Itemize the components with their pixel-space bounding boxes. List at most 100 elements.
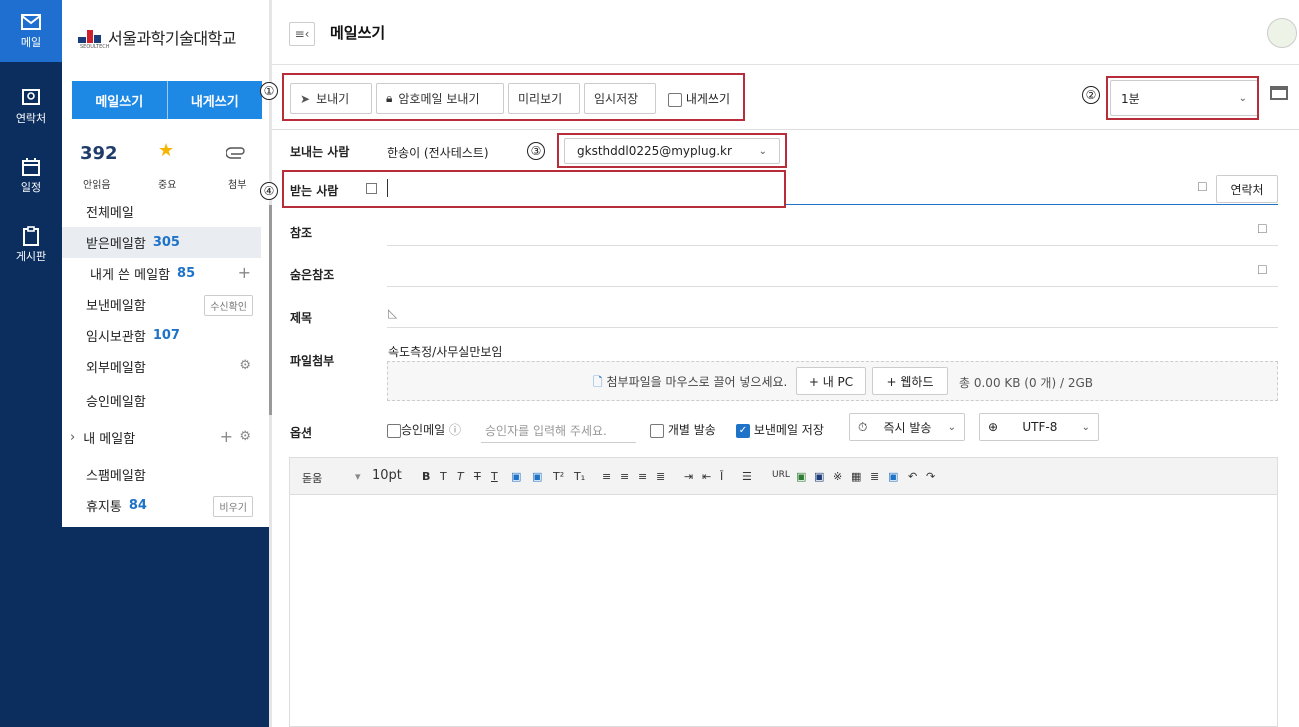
bcc-input[interactable] <box>387 286 1278 287</box>
mail-icon <box>21 14 41 30</box>
address-book-icon[interactable]: ☐ <box>1197 180 1208 194</box>
profile-icon[interactable] <box>1267 18 1297 48</box>
read-receipt-button[interactable]: 수신확인 <box>204 295 253 316</box>
divider <box>272 129 1299 130</box>
university-logo: 서울과학기술대학교 SEOULTECH <box>78 22 236 52</box>
insert-media-icon[interactable]: ▣ <box>814 470 824 483</box>
compose-button[interactable]: 메일쓰기 <box>72 81 167 119</box>
line-height-icon[interactable]: Ī <box>720 470 723 483</box>
send-timing-select[interactable]: ⏱ 즉시 발송 ⌄ <box>849 413 965 441</box>
attach-webhard-button[interactable]: + 웹하드 <box>872 367 948 395</box>
folder-count: 85 <box>177 266 196 281</box>
highlight-color-icon[interactable]: ▣ <box>532 470 542 483</box>
font-size-select[interactable]: 10pt <box>372 468 402 483</box>
horizontal-rule-icon[interactable]: ≣ <box>870 470 879 483</box>
insert-link-icon[interactable]: URL <box>772 470 790 480</box>
editor-body[interactable] <box>289 494 1278 727</box>
folder-label: 내게 쓴 메일함 <box>90 268 171 283</box>
folder-label: 승인메일함 <box>86 395 146 410</box>
list-icon[interactable]: ☰ <box>742 470 752 483</box>
insert-image-icon[interactable]: ▣ <box>796 470 806 483</box>
options-label: 옵션 <box>290 426 313 440</box>
add-icon[interactable]: + <box>220 427 233 446</box>
rail-calendar[interactable]: 일정 <box>0 145 62 207</box>
bold-icon[interactable]: B <box>422 470 430 483</box>
text-box-icon[interactable]: ▣ <box>888 470 898 483</box>
scrollbar-thumb[interactable] <box>269 205 272 415</box>
rail-contacts[interactable]: 연락처 <box>0 76 62 138</box>
contacts-button[interactable]: 연락처 <box>1216 175 1278 203</box>
folder-approval[interactable]: 승인메일함 <box>62 385 261 416</box>
folder-drafts[interactable]: 임시보관함 107 <box>62 320 261 351</box>
flag-icon[interactable]: ◺ <box>388 306 397 320</box>
highlight-box-4 <box>282 170 786 208</box>
compose-buttons: 메일쓰기 내게쓰기 <box>72 81 262 119</box>
gear-icon[interactable]: ⚙ <box>239 429 251 444</box>
table-icon[interactable]: ▦ <box>851 470 861 483</box>
cc-input[interactable] <box>387 245 1278 246</box>
rail-board[interactable]: 게시판 <box>0 214 62 276</box>
checkmark-icon: ✓ <box>736 423 750 438</box>
chevron-down-icon: ⌄ <box>1081 421 1090 433</box>
folder-to-self[interactable]: 내게 쓴 메일함 85 + <box>62 258 261 289</box>
approver-input[interactable]: 승인자를 입력해 주세요. <box>481 415 636 443</box>
font-color-icon[interactable]: ▣ <box>511 470 521 483</box>
write-to-self-button[interactable]: 내게쓰기 <box>166 81 263 119</box>
special-char-icon[interactable]: ※ <box>833 470 842 483</box>
align-right-icon[interactable]: ≡ <box>638 470 647 483</box>
approval-checkbox[interactable]: 승인메일 ⓘ <box>387 421 461 438</box>
menu-toggle-icon[interactable]: ≡‹ <box>289 22 315 46</box>
address-book-icon[interactable]: ☐ <box>1257 222 1268 236</box>
folder-spam[interactable]: 스팸메일함 <box>62 459 261 490</box>
folder-label: 휴지통 <box>86 500 122 515</box>
folder-inbox[interactable]: 받은메일함 305 <box>62 227 261 258</box>
subscript-icon[interactable]: T₁ <box>574 470 585 483</box>
unread-count[interactable]: 392 <box>80 143 118 164</box>
align-left-icon[interactable]: ≡ <box>602 470 611 483</box>
highlight-box-3 <box>557 133 787 168</box>
text-icon[interactable]: T <box>440 470 447 483</box>
checkbox-icon <box>387 423 401 438</box>
font-family-select[interactable]: 돋움 <box>302 470 322 486</box>
attachment-total: 총 0.00 KB (0 개) / 2GB <box>959 376 1093 390</box>
align-justify-icon[interactable]: ≣ <box>656 470 665 483</box>
folder-sent[interactable]: 보낸메일함 수신확인 <box>62 289 261 320</box>
underline-icon[interactable]: T <box>491 470 498 483</box>
add-icon[interactable]: + <box>238 263 251 282</box>
outdent-icon[interactable]: ⇤ <box>702 470 711 483</box>
folder-trash[interactable]: 휴지통 84 비우기 <box>62 490 261 521</box>
save-sent-checkbox[interactable]: ✓ 보낸메일 저장 <box>736 421 824 438</box>
folder-label: 보낸메일함 <box>86 299 146 314</box>
window-icon[interactable] <box>1270 86 1288 100</box>
subject-input[interactable] <box>387 327 1278 328</box>
superscript-icon[interactable]: T² <box>553 470 564 483</box>
encoding-select[interactable]: ⊕ UTF-8 ⌄ <box>979 413 1099 441</box>
highlight-box-1 <box>282 73 745 121</box>
indent-icon[interactable]: ⇥ <box>684 470 693 483</box>
italic-icon[interactable]: T <box>457 470 464 483</box>
gear-icon[interactable]: ⚙ <box>239 358 251 373</box>
empty-trash-button[interactable]: 비우기 <box>213 496 253 517</box>
paperclip-icon[interactable] <box>226 145 246 159</box>
address-book-icon[interactable]: ☐ <box>1257 263 1268 277</box>
sender-name: 한송이 (전사테스트) <box>387 146 489 160</box>
redo-icon[interactable]: ↷ <box>926 470 935 483</box>
marker-1: ① <box>260 82 278 100</box>
undo-icon[interactable]: ↶ <box>908 470 917 483</box>
folder-my-mailboxes[interactable]: › 내 메일함 + ⚙ <box>62 422 261 453</box>
align-center-icon[interactable]: ≡ <box>620 470 629 483</box>
folder-external[interactable]: 외부메일함 ⚙ <box>62 351 261 382</box>
chevron-right-icon[interactable]: › <box>70 430 75 445</box>
info-icon[interactable]: ⓘ <box>449 423 461 437</box>
chevron-down-icon[interactable]: ▾ <box>355 470 361 483</box>
attachment-label: 파일첨부 <box>290 354 335 368</box>
individual-send-checkbox[interactable]: 개별 발송 <box>650 421 716 438</box>
star-icon[interactable]: ★ <box>158 140 174 161</box>
folder-count: 84 <box>128 498 147 513</box>
strikethrough-icon[interactable]: T <box>474 470 481 483</box>
logo-text: 서울과학기술대학교 <box>108 29 236 48</box>
folder-label: 임시보관함 <box>86 330 146 345</box>
folder-all[interactable]: 전체메일 <box>62 196 261 227</box>
attach-pc-button[interactable]: + 내 PC <box>796 367 866 395</box>
rail-mail[interactable]: 메일 <box>0 0 62 62</box>
